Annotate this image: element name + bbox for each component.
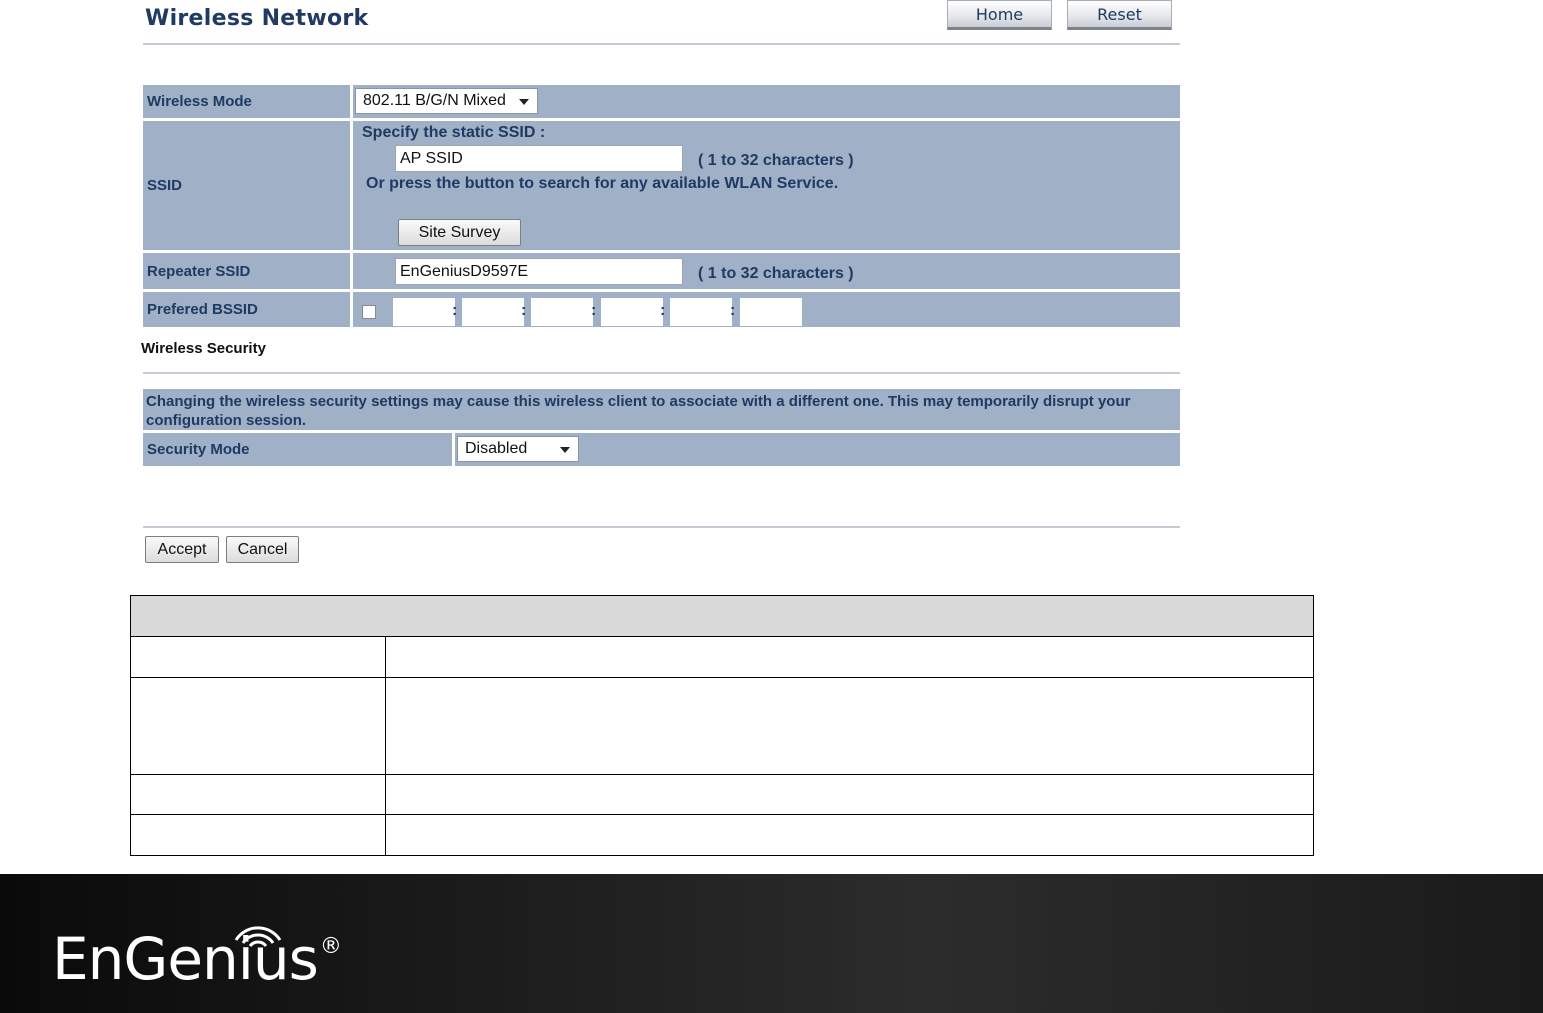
actions-divider [143,526,1180,528]
bssid-separator: : [591,302,597,319]
wireless-mode-label: Wireless Mode [143,85,353,118]
table-row [131,637,1313,678]
page-title: Wireless Network [145,6,369,31]
wifi-icon [234,926,282,948]
prefered-bssid-row: Prefered BSSID : : : : : [143,292,1180,327]
repeater-ssid-hint: ( 1 to 32 characters ) [698,265,854,282]
site-survey-button[interactable]: Site Survey [398,219,521,246]
chevron-down-icon [519,99,529,105]
bssid-octet-5[interactable] [670,298,732,326]
registered-mark: ® [319,934,342,959]
home-button[interactable]: Home [947,0,1052,30]
table-row [131,814,1313,855]
description-table-header [131,596,1313,637]
ssid-row: SSID Specify the static SSID : AP SSID (… [143,121,1180,250]
ssid-input[interactable]: AP SSID [395,145,683,172]
repeater-ssid-label: Repeater SSID [143,253,353,289]
reset-button[interactable]: Reset [1067,0,1172,30]
security-mode-row: Security Mode Disabled [143,433,1180,466]
chevron-down-icon [560,447,570,453]
description-table [130,595,1314,856]
ssid-search-text: Or press the button to search for any av… [366,175,839,192]
bssid-separator: : [660,302,666,319]
security-notice-row: Changing the wireless security settings … [143,389,1180,430]
wireless-security-heading: Wireless Security [141,340,266,357]
security-mode-select[interactable]: Disabled [457,436,579,462]
accept-button[interactable]: Accept [145,536,219,563]
bssid-separator: : [452,302,458,319]
bssid-octet-1[interactable] [393,298,455,326]
table-row [131,677,1313,775]
security-mode-label: Security Mode [143,433,455,466]
engenius-logo: EnGenius® [52,930,342,988]
prefered-bssid-checkbox[interactable] [362,305,376,319]
bssid-octet-6[interactable] [740,298,802,326]
ssid-hint: ( 1 to 32 characters ) [698,152,854,169]
table-row [131,774,1313,815]
bssid-octet-2[interactable] [462,298,524,326]
wireless-mode-row: Wireless Mode 802.11 B/G/N Mixed [143,85,1180,118]
footer-banner: EnGenius® [0,874,1543,1013]
security-notice: Changing the wireless security settings … [146,393,1131,429]
repeater-ssid-input[interactable]: EnGeniusD9597E [395,258,683,285]
wireless-mode-select[interactable]: 802.11 B/G/N Mixed [355,88,538,114]
bssid-separator: : [521,302,527,319]
bssid-separator: : [730,302,736,319]
bssid-octet-4[interactable] [601,298,663,326]
security-mode-value: Disabled [465,440,528,457]
cancel-button[interactable]: Cancel [226,536,299,563]
ssid-label: SSID [143,121,353,250]
wireless-mode-value: 802.11 B/G/N Mixed [363,92,506,109]
ssid-instruction: Specify the static SSID : [362,124,546,141]
bssid-octet-3[interactable] [531,298,593,326]
security-divider [143,372,1180,374]
header-divider [143,43,1180,45]
repeater-ssid-row: Repeater SSID EnGeniusD9597E ( 1 to 32 c… [143,253,1180,289]
prefered-bssid-label: Prefered BSSID [143,292,353,327]
